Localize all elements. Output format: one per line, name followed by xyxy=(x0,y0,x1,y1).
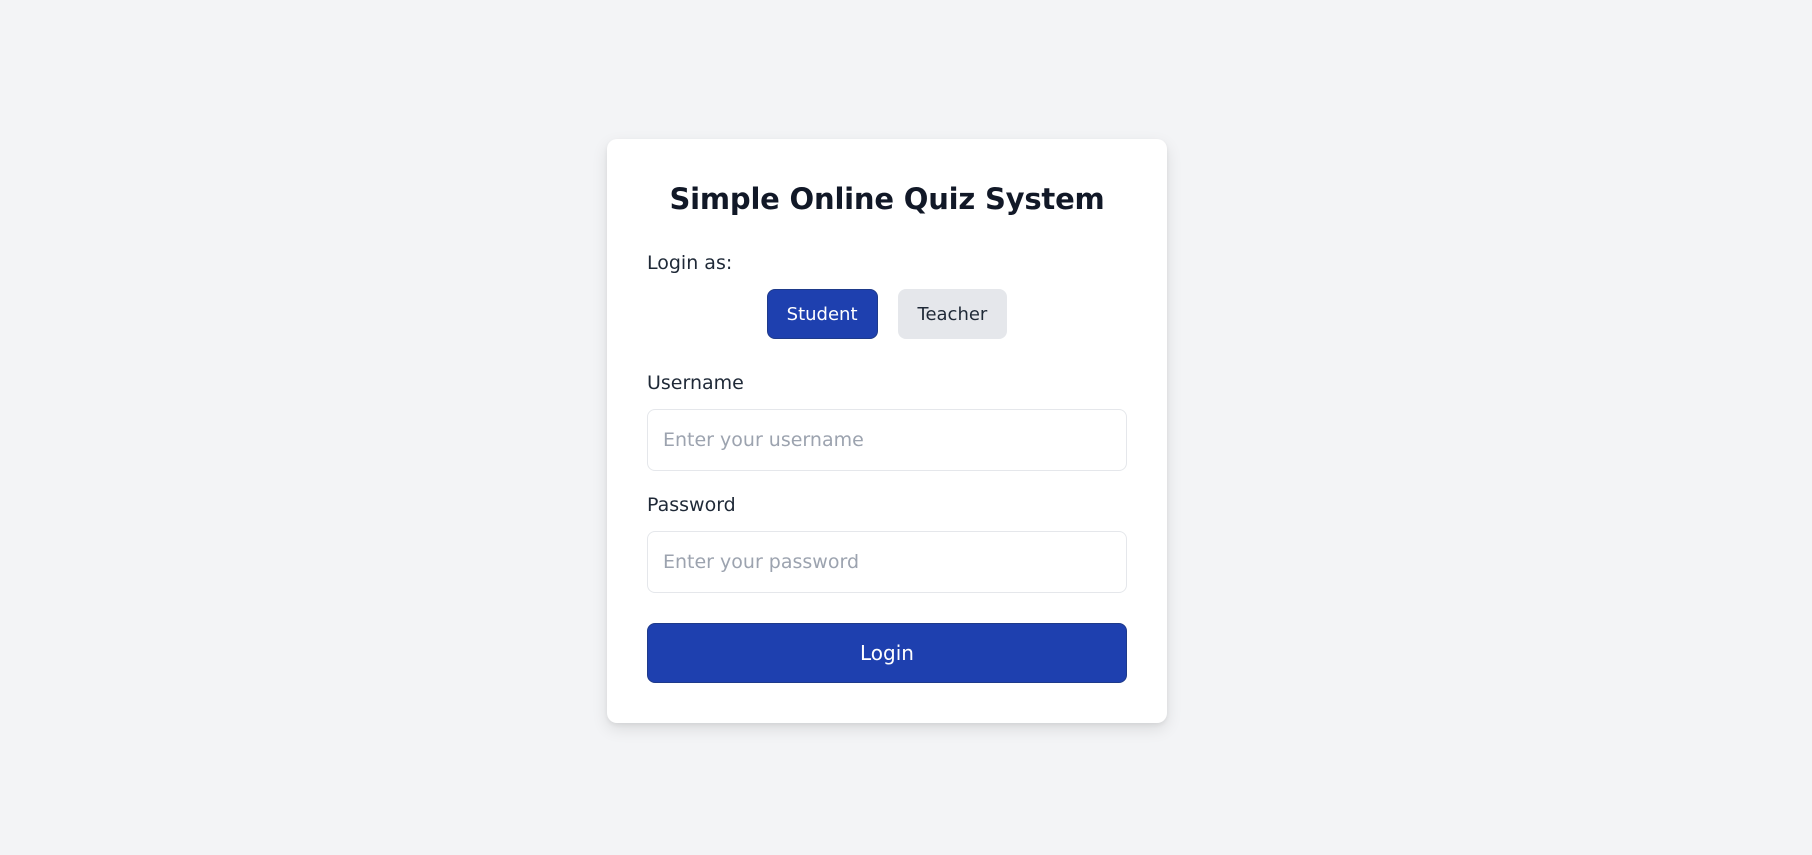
role-toggle: Student Teacher xyxy=(607,289,1167,339)
password-label: Password xyxy=(647,494,736,516)
username-input[interactable] xyxy=(647,409,1127,471)
login-button[interactable]: Login xyxy=(647,623,1127,683)
teacher-role-button[interactable]: Teacher xyxy=(897,289,1008,339)
student-role-button[interactable]: Student xyxy=(766,289,878,339)
role-label: Login as: xyxy=(647,252,733,274)
login-card: Simple Online Quiz System Login as: Stud… xyxy=(607,139,1167,723)
page-title: Simple Online Quiz System xyxy=(669,182,1105,216)
username-label: Username xyxy=(647,372,744,394)
password-input[interactable] xyxy=(647,531,1127,593)
